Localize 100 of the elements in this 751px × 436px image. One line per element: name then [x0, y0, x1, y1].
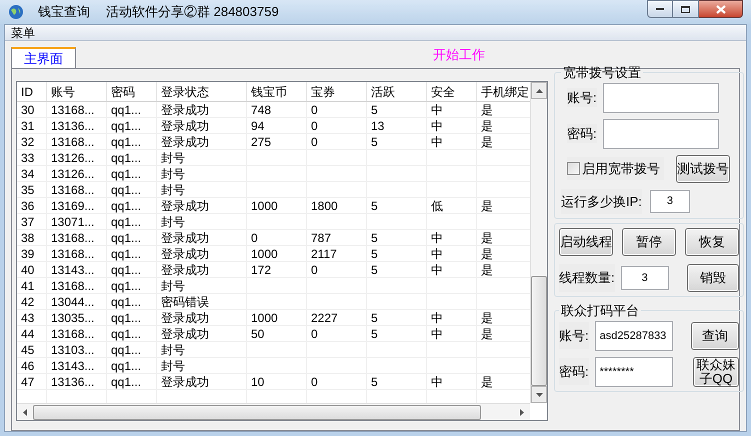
table-cell: 5	[367, 198, 427, 213]
table-cell: qq1...	[107, 246, 157, 261]
table-cell: 39	[17, 246, 47, 261]
table-cell: 13071...	[47, 214, 107, 229]
table-cell: 44	[17, 326, 47, 341]
field-label: 账号:	[567, 88, 597, 108]
table-cell: 13168...	[47, 230, 107, 245]
input-field[interactable]: asd25287833	[594, 320, 673, 350]
table-cell: 登录成功	[157, 310, 247, 325]
table-cell: 5	[367, 102, 427, 117]
table-cell: 10	[247, 374, 307, 389]
table-cell: 13169...	[47, 198, 107, 213]
qq-button[interactable]: 联众妹子QQ	[693, 356, 739, 386]
table-cell: 13044...	[47, 294, 107, 309]
column-header[interactable]: 宝券	[307, 82, 367, 101]
input-field[interactable]: ********	[594, 356, 673, 386]
table-cell: 0	[307, 118, 367, 133]
column-header[interactable]: 登录状态	[157, 82, 247, 101]
table-cell: 275	[247, 134, 307, 149]
table-cell: 13035...	[47, 310, 107, 325]
table-cell: 5	[367, 374, 427, 389]
checkbox[interactable]: 启用宽带拨号	[567, 156, 664, 180]
thread-button[interactable]: 启动线程	[559, 228, 613, 256]
left-arrow-icon	[23, 408, 27, 416]
column-header[interactable]: 密码	[107, 82, 157, 101]
column-header[interactable]: 账号	[47, 82, 107, 101]
input-field[interactable]	[602, 118, 719, 148]
table-cell: 中	[427, 246, 477, 261]
table-cell: qq1...	[107, 198, 157, 213]
thread-button[interactable]: 暂停	[622, 228, 676, 256]
table-cell: 登录成功	[157, 326, 247, 341]
query-button[interactable]: 查询	[691, 322, 739, 350]
table-cell: qq1...	[107, 230, 157, 245]
column-header[interactable]: 钱宝币	[247, 82, 307, 101]
table-cell: qq1...	[107, 374, 157, 389]
destroy-button[interactable]: 销毁	[687, 264, 739, 292]
table-cell: 封号	[157, 342, 247, 357]
table-cell: qq1...	[107, 182, 157, 197]
vertical-scrollbar[interactable]	[530, 82, 547, 403]
table-cell: 13126...	[47, 150, 107, 165]
column-header[interactable]: 安全	[427, 82, 477, 101]
table-cell: 46	[17, 358, 47, 373]
table-cell: 登录成功	[157, 374, 247, 389]
input-field[interactable]	[602, 82, 719, 112]
thread-button[interactable]: 恢复	[685, 228, 739, 256]
table-cell: 33	[17, 150, 47, 165]
scroll-thumb[interactable]	[531, 276, 547, 386]
table-cell: 中	[427, 326, 477, 341]
table-cell: 13168...	[47, 278, 107, 293]
table-cell: 0	[307, 374, 367, 389]
table-cell: 2227	[307, 310, 367, 325]
field-label: 密码:	[567, 124, 597, 144]
table-cell: 5	[367, 230, 427, 245]
table-cell: 45	[17, 342, 47, 357]
horizontal-scrollbar[interactable]	[17, 403, 530, 420]
table-cell: 登录成功	[157, 198, 247, 213]
table-cell: 中	[427, 262, 477, 277]
table-cell: 30	[17, 102, 47, 117]
table-cell: 登录成功	[157, 230, 247, 245]
table-cell: qq1...	[107, 294, 157, 309]
table-cell: 登录成功	[157, 118, 247, 133]
input-field[interactable]: 3	[650, 190, 690, 213]
table-cell: 13103...	[47, 342, 107, 357]
column-header[interactable]: 活跃	[367, 82, 427, 101]
table-cell: 0	[247, 230, 307, 245]
table-cell: 13143...	[47, 262, 107, 277]
table-cell: 0	[307, 262, 367, 277]
table-cell: 登录成功	[157, 102, 247, 117]
table-cell: 47	[17, 374, 47, 389]
table-cell: qq1...	[107, 102, 157, 117]
table-cell: 封号	[157, 150, 247, 165]
table-cell: qq1...	[107, 134, 157, 149]
table-cell: 1000	[247, 310, 307, 325]
input-field[interactable]: 3	[620, 266, 669, 290]
table-cell: 13143...	[47, 358, 107, 373]
table-cell: 低	[427, 198, 477, 213]
table-cell: 中	[427, 230, 477, 245]
table-cell: 0	[307, 326, 367, 341]
table-cell: 31	[17, 118, 47, 133]
table-cell: 13168...	[47, 102, 107, 117]
table-cell: 1000	[247, 246, 307, 261]
minimize-button[interactable]	[647, 0, 673, 18]
close-button[interactable]	[699, 0, 743, 18]
scroll-thumb[interactable]	[33, 404, 481, 420]
table-cell: 34	[17, 166, 47, 181]
menu-item[interactable]: 菜单	[9, 24, 37, 42]
table-cell: 5	[367, 326, 427, 341]
tab[interactable]: 主界面	[11, 47, 76, 68]
table-cell: 封号	[157, 166, 247, 181]
test-dial-button[interactable]: 测试拨号	[676, 154, 730, 182]
table-cell: 中	[427, 374, 477, 389]
table-cell: 13136...	[47, 118, 107, 133]
table-cell: qq1...	[107, 326, 157, 341]
column-header[interactable]: ID	[17, 82, 47, 101]
maximize-button[interactable]	[673, 0, 699, 18]
table-cell: 0	[307, 134, 367, 149]
window-title: 钱宝查询	[38, 3, 90, 22]
field-label: 密码:	[559, 358, 589, 386]
table-cell: 1000	[247, 198, 307, 213]
table-cell: qq1...	[107, 358, 157, 373]
